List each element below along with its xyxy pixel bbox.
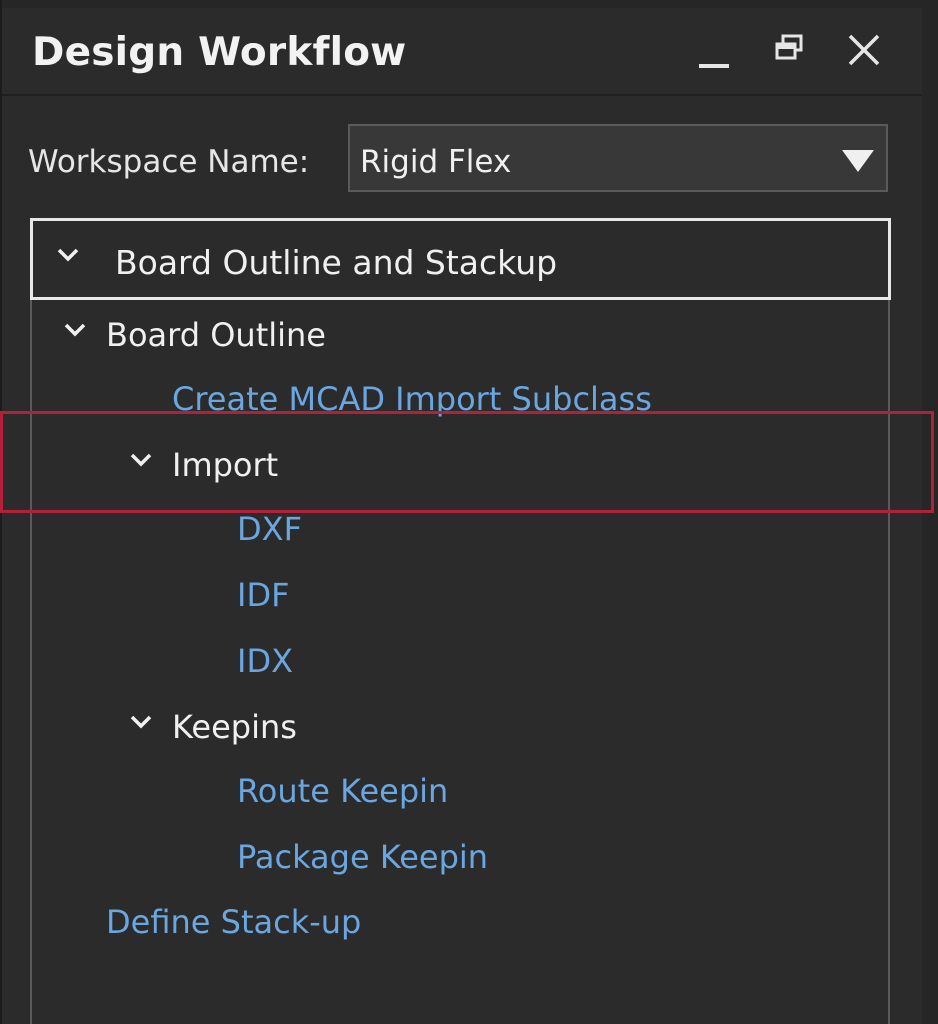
restore-button[interactable] xyxy=(768,28,816,72)
tree-link-idx[interactable]: IDX xyxy=(237,642,357,686)
tree-item-label: Board Outline xyxy=(106,316,326,354)
minimize-button[interactable] xyxy=(690,28,738,72)
tree-link-idf[interactable]: IDF xyxy=(237,576,357,620)
chevron-down-icon xyxy=(130,453,152,467)
tree-link-define-stack-up[interactable]: Define Stack-up xyxy=(106,903,426,947)
top-strip xyxy=(0,0,938,8)
minimize-icon xyxy=(699,64,729,68)
tree-link-create-mcad-import-subclass[interactable]: Create MCAD Import Subclass xyxy=(172,380,692,424)
tree-link-package-keepin[interactable]: Package Keepin xyxy=(237,838,557,882)
tree-link-label: Package Keepin xyxy=(237,838,489,876)
tree-item-board-outline[interactable]: Board Outline xyxy=(60,314,460,358)
tree-item-label: Import xyxy=(172,446,279,484)
tree-link-label: IDX xyxy=(237,642,293,680)
tree-link-route-keepin[interactable]: Route Keepin xyxy=(237,772,537,816)
close-icon xyxy=(848,34,880,66)
workspace-select-value: Rigid Flex xyxy=(360,144,512,180)
tree-link-label: Define Stack-up xyxy=(106,903,362,941)
tree-link-dxf[interactable]: DXF xyxy=(237,510,357,554)
tree-link-label: IDF xyxy=(237,576,290,614)
panel-title: Design Workflow xyxy=(32,30,407,75)
section-board-outline-and-stackup[interactable]: Board Outline and Stackup xyxy=(30,218,891,300)
section-label: Board Outline and Stackup xyxy=(115,243,558,282)
tree-item-label: Keepins xyxy=(172,708,297,746)
chevron-down-icon xyxy=(64,323,86,337)
tree-link-label: Create MCAD Import Subclass xyxy=(172,380,652,418)
dropdown-arrow-icon xyxy=(842,150,874,172)
scrollbar-track[interactable] xyxy=(922,0,938,1024)
restore-icon xyxy=(775,34,803,60)
tree-item-import[interactable]: Import xyxy=(126,444,426,488)
chevron-down-icon xyxy=(57,248,79,262)
chevron-down-icon xyxy=(130,715,152,729)
tree-link-label: Route Keepin xyxy=(237,772,449,810)
workspace-name-label: Workspace Name: xyxy=(28,144,310,180)
workspace-select[interactable]: Rigid Flex xyxy=(348,124,888,192)
close-button[interactable] xyxy=(840,28,888,72)
left-edge xyxy=(0,0,2,1024)
design-workflow-panel: Design Workflow Workspace Name: Rigid Fl… xyxy=(0,0,938,1024)
tree-link-label: DXF xyxy=(237,510,302,548)
tree-item-keepins[interactable]: Keepins xyxy=(126,706,426,750)
panel-titlebar: Design Workflow xyxy=(2,8,922,96)
